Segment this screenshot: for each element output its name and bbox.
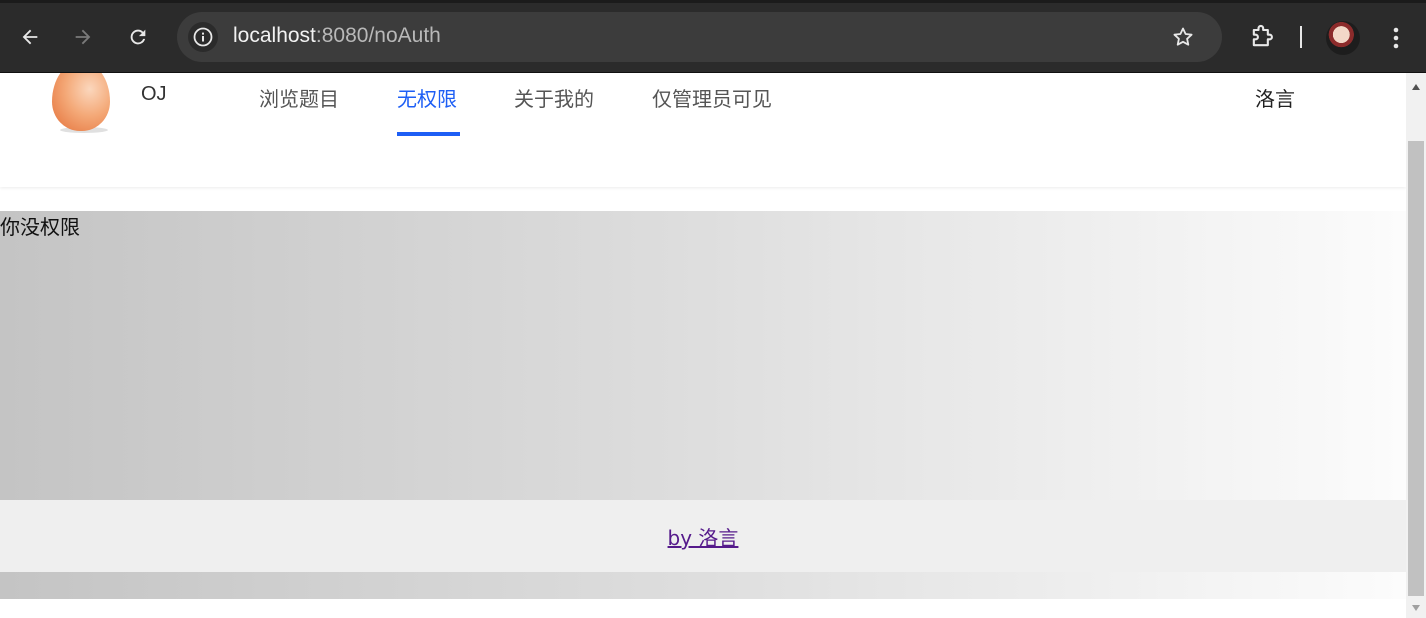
page-viewport: OJ 浏览题目 无权限 关于我的 仅管理员可见 洛言 你没权限 by 洛言 [0, 73, 1406, 618]
arrow-left-icon [22, 29, 38, 45]
extensions-button[interactable] [1246, 20, 1278, 54]
browser-menu-button[interactable] [1382, 22, 1410, 54]
tab-strip [0, 0, 1426, 3]
browser-toolbar: localhost:8080/noAuth [0, 0, 1426, 73]
user-name[interactable]: 洛言 [1255, 83, 1295, 112]
reload-button[interactable] [123, 22, 153, 52]
site-info-button[interactable] [188, 22, 218, 52]
egg-logo-image [52, 73, 110, 131]
page-footer: by 洛言 [0, 500, 1406, 572]
footer-author-link[interactable]: by 洛言 [0, 522, 1406, 551]
main-content: 你没权限 [0, 211, 1406, 500]
brand-title: OJ [141, 83, 167, 105]
info-icon [193, 27, 213, 47]
profile-avatar[interactable] [1326, 21, 1360, 55]
footer-link-text[interactable]: by 洛言 [668, 526, 739, 550]
scroll-up-button[interactable] [1406, 77, 1426, 97]
toolbar-divider [1300, 26, 1302, 48]
url-text[interactable]: localhost:8080/noAuth [233, 24, 441, 48]
arrow-right-icon [75, 29, 91, 45]
kebab-menu-icon [1393, 27, 1399, 49]
triangle-down-icon [1412, 605, 1420, 611]
no-permission-message: 你没权限 [0, 215, 80, 239]
scroll-down-button[interactable] [1406, 598, 1426, 618]
address-bar[interactable]: localhost:8080/noAuth [177, 12, 1222, 62]
star-icon [1173, 27, 1193, 46]
egg-logo[interactable] [52, 73, 112, 133]
scrollbar-thumb[interactable] [1408, 141, 1424, 596]
puzzle-icon [1252, 24, 1273, 47]
active-nav-indicator [397, 132, 460, 136]
url-host: localhost [233, 24, 316, 47]
site-header: OJ 浏览题目 无权限 关于我的 仅管理员可见 洛言 [0, 73, 1406, 187]
bookmark-button[interactable] [1169, 23, 1197, 51]
nav-item-browse-questions[interactable]: 浏览题目 [259, 83, 339, 112]
url-path: :8080/noAuth [315, 24, 441, 47]
nav-item-no-auth[interactable]: 无权限 [397, 83, 457, 112]
back-button[interactable] [15, 22, 45, 52]
nav-item-admin-only[interactable]: 仅管理员可见 [652, 83, 772, 112]
triangle-up-icon [1412, 84, 1420, 90]
reload-icon [130, 29, 146, 45]
forward-button[interactable] [68, 22, 98, 52]
page-scrollbar[interactable] [1406, 73, 1426, 618]
bottom-background-strip [0, 572, 1406, 599]
nav-item-about-me[interactable]: 关于我的 [514, 83, 594, 112]
